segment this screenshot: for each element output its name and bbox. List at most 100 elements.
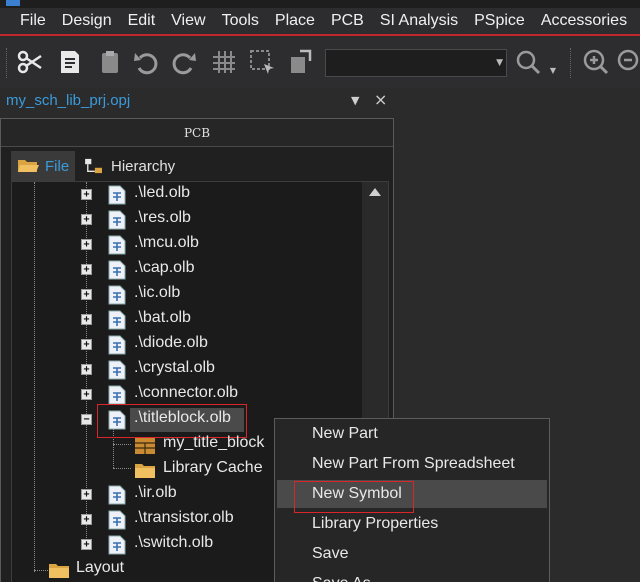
menu-edit[interactable]: Edit [120,8,164,34]
zoom-out-button[interactable] [614,46,640,78]
menu-bar: File Design Edit View Tools Place PCB SI… [0,8,640,36]
redo-button[interactable] [168,46,200,78]
tab-file-label: File [45,157,70,175]
combobox-arrow-icon[interactable]: ▼ [496,58,503,68]
tree-item-mcu-olb[interactable]: .\mcu.olb [134,234,199,252]
tab-hierarchy-label: Hierarchy [111,157,176,175]
library-file-icon [108,385,126,405]
tree-item-crystal-olb[interactable]: .\crystal.olb [134,359,215,377]
expand-toggle-ic[interactable]: + [81,289,92,300]
context-menu: New Part New Part From Spreadsheet New S… [274,418,550,582]
project-header: my_sch_lib_prj.opj ▼ × [0,88,395,116]
expand-toggle-led[interactable]: + [81,189,92,200]
part-search-combobox[interactable]: ▼ [325,49,507,77]
menu-file[interactable]: File [0,8,54,34]
library-file-icon [108,535,126,555]
menu-view[interactable]: View [163,8,213,34]
tree-item-led-olb[interactable]: .\led.olb [134,184,190,202]
folder-open-icon [18,160,39,172]
tree-item-my-title-block[interactable]: my_title_block [163,434,264,452]
menu-accessories[interactable]: Accessories [533,8,635,34]
library-file-icon [108,485,126,505]
menu-design[interactable]: Design [54,8,120,34]
tree-line [113,444,131,445]
toolbar: ▼ ▼ [0,38,640,88]
tree-item-switch-olb[interactable]: .\switch.olb [134,534,213,552]
zoom-in-button[interactable] [580,46,612,78]
panel-title: PCB [1,119,393,147]
close-icon[interactable]: × [374,90,387,109]
tree-item-connector-olb[interactable]: .\connector.olb [134,384,238,402]
search-dropdown[interactable]: ▼ [544,46,562,78]
tree-line [34,570,48,571]
tree-item-layout[interactable]: Layout [76,559,124,577]
tree-item-ic-olb[interactable]: .\ic.olb [134,284,180,302]
cut-button[interactable] [14,46,46,78]
zoom-out-icon [617,49,639,71]
grid-icon [213,51,235,73]
collapse-toggle-titleblock[interactable]: − [81,414,92,425]
menu-pspice[interactable]: PSpice [466,8,533,34]
tree-item-ir-olb[interactable]: .\ir.olb [134,484,177,502]
expand-toggle-connector[interactable]: + [81,389,92,400]
menu-pcb[interactable]: PCB [323,8,372,34]
library-file-icon [108,335,126,355]
grid-button[interactable] [208,46,240,78]
place-icon [291,49,312,73]
expand-toggle-transistor[interactable]: + [81,514,92,525]
paste-button[interactable] [94,46,126,78]
toolbar-grip [6,48,8,78]
zoom-in-icon [583,49,609,75]
window-title-strip [0,0,640,8]
copy-icon [61,51,79,73]
paste-icon [102,51,118,73]
tree-item-library-cache[interactable]: Library Cache [163,459,263,477]
tree-line [34,182,35,572]
copy-button[interactable] [54,46,86,78]
tree-item-bat-olb[interactable]: .\bat.olb [134,309,191,327]
tree-line [113,468,131,469]
undo-button[interactable] [130,46,162,78]
place-button[interactable] [284,46,316,78]
expand-toggle-res[interactable]: + [81,214,92,225]
folder-icon [135,464,155,478]
tree-item-transistor-olb[interactable]: .\transistor.olb [134,509,234,527]
select-area-icon [250,50,274,74]
menu-item-new-part[interactable]: New Part [275,420,549,448]
toolbar-separator [570,48,572,78]
tree-item-diode-olb[interactable]: .\diode.olb [134,334,208,352]
menu-item-save-as[interactable]: Save As... [275,570,549,582]
expand-toggle-switch[interactable]: + [81,539,92,550]
tree-line [86,182,87,538]
menu-item-save[interactable]: Save [275,540,549,568]
expand-toggle-diode[interactable]: + [81,339,92,350]
select-area-button[interactable] [246,46,278,78]
expand-toggle-crystal[interactable]: + [81,364,92,375]
tree-item-cap-olb[interactable]: .\cap.olb [134,259,194,277]
search-button[interactable] [512,46,544,78]
menu-tools[interactable]: Tools [214,8,267,34]
annotation-highlight-box [97,404,247,438]
panel-tabs: File Hierarchy [11,151,389,181]
expand-toggle-ir[interactable]: + [81,489,92,500]
menu-si-analysis[interactable]: SI Analysis [372,8,466,34]
expand-toggle-bat[interactable]: + [81,314,92,325]
library-file-icon [108,285,126,305]
library-file-icon [108,510,126,530]
expand-toggle-cap[interactable]: + [81,264,92,275]
library-file-icon [108,185,126,205]
chevron-down-icon: ▼ [549,65,557,75]
menu-item-new-part-from-spreadsheet[interactable]: New Part From Spreadsheet [275,450,549,478]
expand-toggle-mcu[interactable]: + [81,239,92,250]
menu-item-library-properties[interactable]: Library Properties [275,510,549,538]
scissors-icon [17,50,42,74]
scroll-up-arrow-icon[interactable] [369,188,381,196]
menu-place[interactable]: Place [267,8,323,34]
library-file-icon [108,210,126,230]
tree-item-res-olb[interactable]: .\res.olb [134,209,191,227]
hierarchy-icon [85,158,102,174]
annotation-highlight-box [294,481,414,513]
pin-dropdown-icon[interactable]: ▼ [351,94,359,107]
tab-file[interactable]: File [11,151,75,181]
tab-hierarchy[interactable]: Hierarchy [79,151,199,181]
